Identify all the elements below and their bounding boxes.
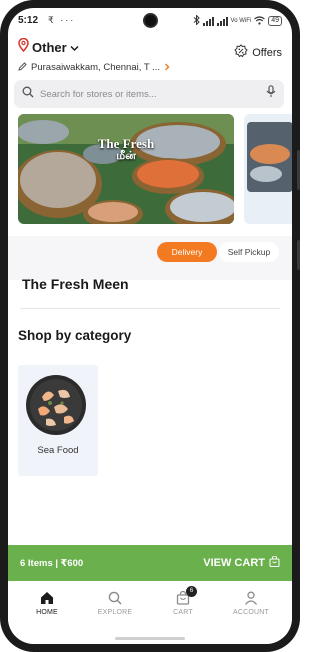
bluetooth-icon [193,14,200,27]
nav-cart[interactable]: 6 CART [153,586,213,616]
signal-icon [202,16,214,26]
volume-button [297,150,300,190]
chevron-right-icon [164,58,170,76]
view-cart-button[interactable]: VIEW CART [203,555,280,570]
microphone-icon[interactable] [266,85,276,103]
cart-bar[interactable]: 6 Items | ₹600 VIEW CART [8,545,292,581]
seafood-preview-image [244,114,292,224]
nav-explore[interactable]: EXPLORE [85,591,145,616]
nav-label-home: HOME [36,609,58,616]
store-name: The Fresh Meen [22,276,129,292]
status-bar: 5:12 ₹ ··· Vo WiFi 49 [8,8,292,34]
self-pickup-toggle[interactable]: Self Pickup [219,242,279,262]
status-indicators: Vo WiFi 49 [193,14,282,27]
app-screen: 5:12 ₹ ··· Vo WiFi 49 Other Purasaiwakka… [8,8,292,644]
nav-label-explore: EXPLORE [97,609,133,616]
home-icon [41,592,53,604]
network-label: Vo WiFi [230,18,252,24]
phone-frame: 5:12 ₹ ··· Vo WiFi 49 Other Purasaiwakka… [0,0,300,652]
offers-button[interactable]: Offers [234,44,282,61]
nav-label-account: ACCOUNT [232,609,269,616]
category-label: Sea Food [37,445,79,456]
address-text: Purasaiwakkam, Chennai, T ... [31,61,161,73]
section-title: Shop by category [18,328,132,343]
promo-banner[interactable]: The Fresh மீன் [18,114,234,224]
location-selector[interactable]: Other [18,37,79,57]
nav-label-cart: CART [173,609,193,616]
search-bar[interactable] [14,80,284,108]
cart-summary: 6 Items | ₹600 [20,557,84,569]
chevron-down-icon [70,39,79,57]
banner-subtitle: மீன் [116,150,136,162]
offers-label: Offers [252,46,282,59]
nav-home[interactable]: HOME [17,591,77,616]
notification-icons: ₹ ··· [48,15,76,25]
nav-account[interactable]: ACCOUNT [221,591,281,616]
delivery-toggle[interactable]: Delivery [157,242,217,262]
shrimp-bowl-image [26,375,86,435]
view-cart-label: VIEW CART [203,557,265,569]
address-row[interactable]: Purasaiwakkam, Chennai, T ... [18,58,193,76]
next-banner-preview[interactable] [244,114,292,224]
status-time: 5:12 [18,15,39,26]
power-button [297,240,300,270]
signal-icon-2 [216,16,228,26]
search-icon [22,85,34,103]
home-indicator [115,637,185,640]
location-title: Other [32,40,67,55]
bag-icon [269,555,280,570]
divider [20,308,280,309]
location-pin-icon [18,37,29,57]
fish-market-image [18,114,234,224]
edit-icon [18,58,27,76]
bottom-navigation: HOME EXPLORE 6 CART ACCOUNT [8,581,292,644]
cart-count-badge: 6 [186,586,197,597]
user-icon [244,591,258,605]
search-icon [108,591,122,605]
search-input[interactable] [40,88,266,100]
camera-cutout [143,13,158,28]
battery-indicator: 49 [268,16,282,26]
wifi-icon [254,15,266,27]
category-card-sea-food[interactable]: Sea Food [18,365,98,476]
offer-badge-icon [234,44,248,61]
